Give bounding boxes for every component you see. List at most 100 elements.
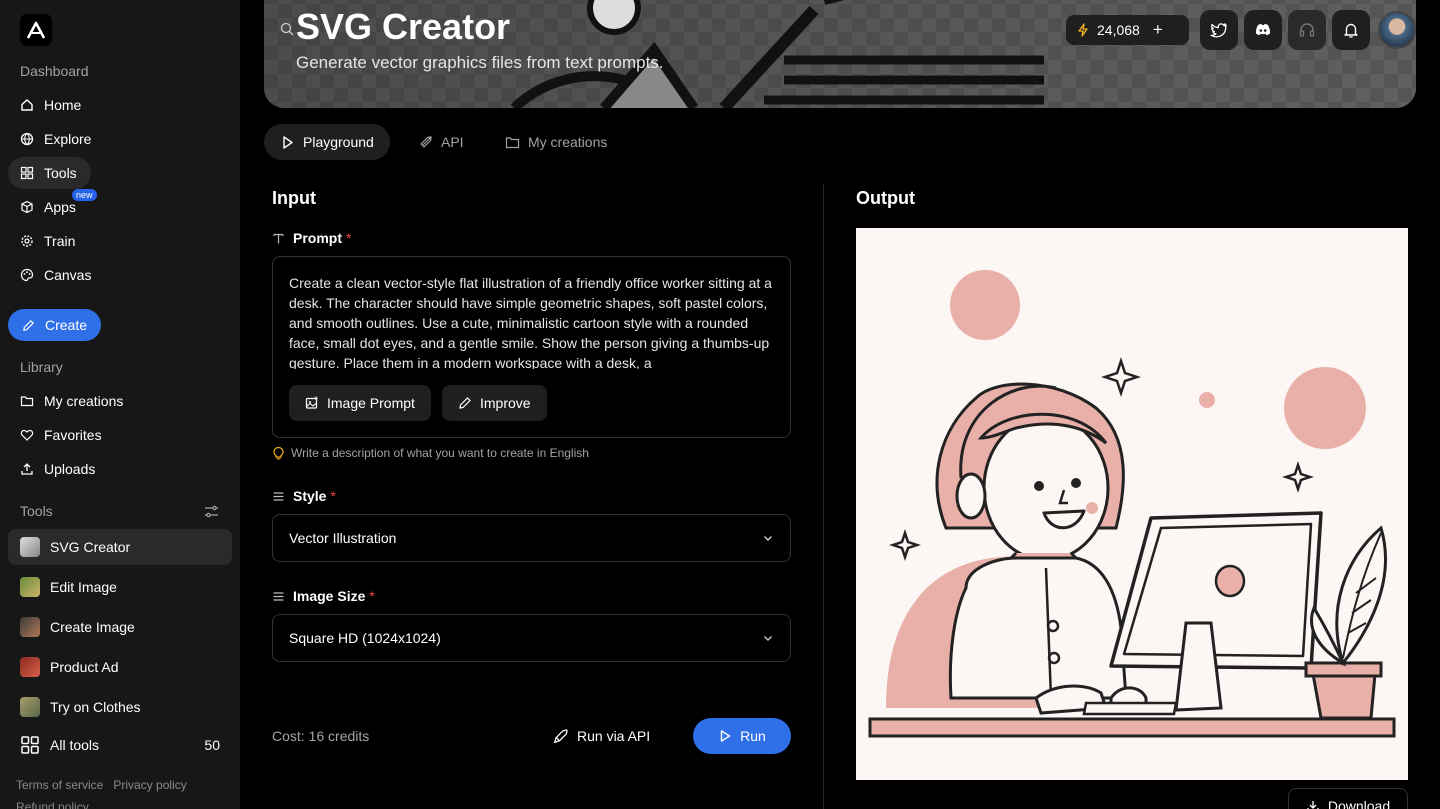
sidebar-item-explore[interactable]: Explore [8, 123, 103, 155]
required-marker: * [369, 588, 375, 604]
sidebar-item-uploads[interactable]: Uploads [8, 453, 107, 485]
image-size-label-text: Image Size [293, 588, 366, 604]
sidebar-item-label: Uploads [44, 461, 96, 477]
image-prompt-label: Image Prompt [327, 395, 415, 411]
sidebar-item-label: My creations [44, 393, 124, 409]
download-label: Download [1327, 798, 1391, 809]
download-button[interactable]: Download [1288, 788, 1408, 809]
support-button[interactable] [1288, 10, 1326, 50]
tab-playground[interactable]: Playground [264, 124, 390, 160]
search-icon [280, 22, 294, 36]
app-logo[interactable] [20, 14, 52, 46]
sidebar-item-apps[interactable]: Apps new [8, 189, 97, 223]
play-icon [283, 135, 293, 149]
user-avatar[interactable] [1378, 11, 1416, 49]
tool-item-svg-creator[interactable]: SVG Creator [8, 529, 232, 565]
style-select-value: Vector Illustration [289, 530, 397, 546]
terms-link[interactable]: Terms of service [16, 778, 103, 792]
prompt-hint-text: Write a description of what you want to … [291, 446, 589, 460]
create-button[interactable]: Create [8, 309, 101, 341]
tab-label: My creations [528, 134, 608, 150]
tool-item-create-image[interactable]: Create Image [8, 609, 232, 645]
sidebar-item-my-creations[interactable]: My creations [8, 385, 135, 417]
twitter-icon [1210, 23, 1227, 38]
all-tools-link[interactable]: All tools 50 [8, 727, 232, 763]
list-icon [273, 491, 284, 501]
list-icon [273, 591, 284, 601]
grid-icon [21, 736, 39, 754]
palette-icon [20, 268, 34, 282]
notifications-button[interactable] [1332, 10, 1370, 50]
pencil-icon [459, 397, 471, 409]
style-select[interactable]: Vector Illustration [272, 514, 791, 562]
twitter-button[interactable] [1200, 10, 1238, 50]
tool-item-label: SVG Creator [50, 539, 131, 555]
library-section-label: Library [20, 359, 63, 375]
folder-icon [20, 396, 34, 407]
run-via-api-button[interactable]: Run via API [553, 718, 650, 754]
image-prompt-button[interactable]: Image Prompt [289, 385, 431, 421]
sidebar-item-canvas[interactable]: Canvas [8, 259, 103, 291]
prompt-field[interactable]: Create a clean vector-style flat illustr… [272, 256, 791, 438]
bell-icon [1344, 23, 1358, 38]
discord-button[interactable] [1244, 10, 1282, 50]
sidebar-item-tools[interactable]: Tools [8, 157, 91, 189]
improve-button[interactable]: Improve [442, 385, 547, 421]
image-size-label: Image Size * [272, 588, 375, 604]
pencil-icon [23, 319, 34, 331]
input-panel-title: Input [272, 188, 316, 208]
cost-text: Cost: 16 credits [272, 728, 370, 744]
headphones-icon [1299, 23, 1315, 37]
output-panel-title: Output [856, 188, 915, 208]
image-size-select[interactable]: Square HD (1024x1024) [272, 614, 791, 662]
tools-section-label: Tools [20, 503, 53, 519]
try-on-clothes-thumbnail [20, 697, 40, 717]
dashboard-section-label: Dashboard [20, 63, 89, 79]
output-image[interactable] [856, 228, 1408, 780]
edit-image-thumbnail [20, 577, 40, 597]
heart-icon [20, 429, 34, 441]
tab-my-creations[interactable]: My creations [489, 124, 623, 160]
chevron-down-icon [764, 536, 772, 541]
run-label: Run [740, 728, 766, 744]
credits-balance[interactable]: 24,068 + [1066, 15, 1189, 45]
globe-icon [20, 132, 34, 146]
run-button[interactable]: Run [693, 718, 791, 754]
grid-icon [20, 166, 34, 180]
sidebar-item-train[interactable]: Train [8, 225, 87, 257]
run-via-api-label: Run via API [577, 728, 651, 744]
rocket-icon [553, 729, 568, 744]
sidebar-item-home[interactable]: Home [8, 89, 93, 121]
product-ad-thumbnail [20, 657, 40, 677]
upload-icon [21, 463, 33, 475]
discord-icon [1255, 24, 1271, 36]
new-badge: new [72, 189, 97, 201]
prompt-textarea[interactable]: Create a clean vector-style flat illustr… [289, 273, 779, 369]
home-icon [21, 99, 33, 111]
lightbulb-icon [273, 446, 284, 460]
tool-item-edit-image[interactable]: Edit Image [8, 569, 232, 605]
sidebar-item-label: Tools [44, 165, 77, 181]
cube-icon [21, 200, 33, 214]
logo-icon [26, 21, 46, 39]
refund-link[interactable]: Refund policy [16, 800, 89, 809]
filter-settings-icon[interactable] [204, 504, 219, 519]
sidebar-item-label: Favorites [44, 427, 102, 443]
sidebar-item-favorites[interactable]: Favorites [8, 419, 114, 451]
play-icon [720, 730, 731, 742]
required-marker: * [346, 230, 352, 246]
improve-label: Improve [480, 395, 531, 411]
tool-item-try-on-clothes[interactable]: Try on Clothes [8, 689, 232, 725]
chevron-down-icon [764, 636, 772, 641]
create-label: Create [44, 317, 87, 333]
svg-creator-thumbnail [20, 537, 40, 557]
tool-item-label: Create Image [50, 619, 135, 635]
image-plus-icon [305, 396, 318, 409]
tool-item-label: Try on Clothes [50, 699, 141, 715]
text-icon [273, 233, 284, 243]
tool-item-product-ad[interactable]: Product Ad [8, 649, 232, 685]
tab-api[interactable]: API [402, 124, 480, 160]
add-credits-icon[interactable]: + [1153, 20, 1163, 40]
privacy-link[interactable]: Privacy policy [113, 778, 186, 792]
tab-label: API [441, 134, 464, 150]
